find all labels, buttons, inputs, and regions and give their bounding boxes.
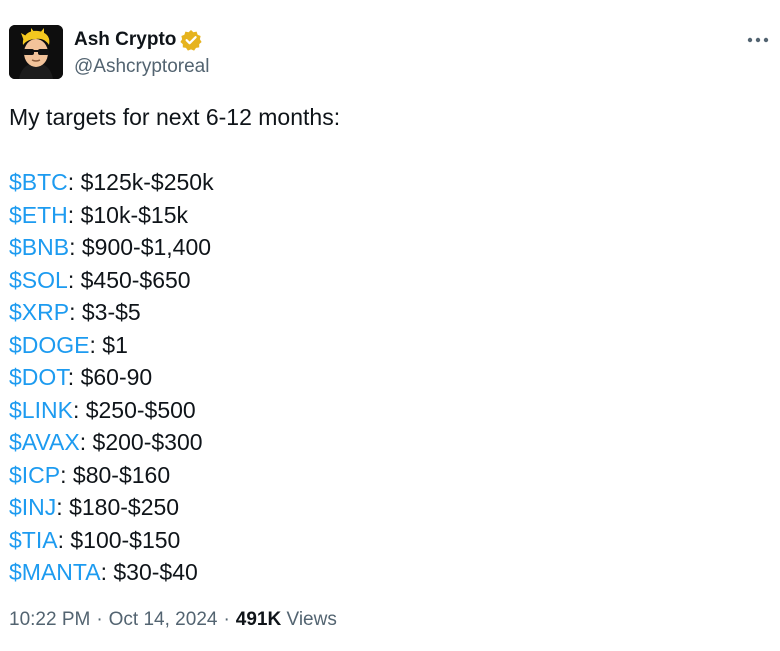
- views-label: Views: [286, 609, 337, 630]
- tweet-meta: 10:22 PM · Oct 14, 2024 · 491K Views: [9, 607, 337, 633]
- post-time[interactable]: 10:22 PM: [9, 609, 90, 630]
- target-line: $BTC: $125k-$250k: [9, 166, 770, 199]
- author-name-row: Ash Crypto: [74, 28, 203, 52]
- target-line: $SOL: $450-$650: [9, 264, 770, 297]
- ellipsis-icon[interactable]: [744, 26, 772, 54]
- target-line: $XRP: $3-$5: [9, 296, 770, 329]
- target-range: : $900-$1,400: [69, 234, 212, 260]
- post-date[interactable]: Oct 14, 2024: [109, 609, 218, 630]
- cashtag-link[interactable]: $BTC: [9, 169, 68, 195]
- author-avatar[interactable]: [9, 25, 63, 79]
- author-handle[interactable]: @Ashcryptoreal: [74, 55, 209, 79]
- target-range: : $200-$300: [79, 429, 203, 455]
- target-line: $BNB: $900-$1,400: [9, 231, 770, 264]
- target-range: : $60-90: [67, 364, 153, 390]
- target-line: $ICP: $80-$160: [9, 459, 770, 492]
- views-count: 491K: [235, 609, 282, 630]
- target-range: : $3-$5: [69, 299, 141, 325]
- target-range: : $100-$150: [57, 526, 181, 553]
- cashtag-link[interactable]: $ETH: [9, 202, 68, 228]
- gold-verified-badge-icon[interactable]: [180, 29, 203, 51]
- cashtag-link[interactable]: $LINK: [9, 397, 73, 423]
- target-range: : $125k-$250k: [67, 169, 214, 195]
- target-range: : $250-$500: [72, 396, 196, 423]
- target-line: $ETH: $10k-$15k: [9, 199, 770, 232]
- meta-separator: ·: [223, 609, 230, 630]
- target-range: : $450-$650: [67, 266, 191, 293]
- cashtag-link[interactable]: $BNB: [9, 234, 69, 260]
- cashtag-link[interactable]: $DOGE: [9, 332, 90, 358]
- cashtag-link[interactable]: $ICP: [9, 462, 60, 488]
- target-range: : $180-$250: [56, 494, 180, 520]
- meta-separator: ·: [96, 609, 103, 630]
- target-range: : $10k-$15k: [67, 201, 188, 228]
- target-list: $BTC: $125k-$250k $ETH: $10k-$15k $BNB: $9…: [9, 166, 770, 589]
- cashtag-link[interactable]: $TIA: [9, 527, 58, 553]
- cashtag-link[interactable]: $MANTA: [9, 559, 101, 585]
- target-line: $MANTA: $30-$40: [9, 556, 770, 589]
- target-range: : $1: [89, 331, 128, 358]
- target-line: $INJ: $180-$250: [9, 491, 770, 524]
- tweet: Ash Crypto @Ashcryptoreal My targets for…: [0, 0, 780, 651]
- target-range: : $30-$40: [100, 559, 198, 585]
- target-line: $LINK: $250-$500: [9, 394, 770, 427]
- cashtag-link[interactable]: $INJ: [9, 494, 56, 520]
- cashtag-link[interactable]: $XRP: [9, 299, 69, 325]
- target-line: $DOGE: $1: [9, 329, 770, 362]
- cashtag-link[interactable]: $SOL: [9, 267, 68, 293]
- author-display-name[interactable]: Ash Crypto: [74, 28, 176, 52]
- tweet-intro: My targets for next 6-12 months:: [9, 104, 341, 130]
- cashtag-link[interactable]: $DOT: [9, 364, 68, 390]
- target-range: : $80-$160: [60, 461, 171, 488]
- target-line: $AVAX: $200-$300: [9, 426, 770, 459]
- target-line: $DOT: $60-90: [9, 361, 770, 394]
- target-line: $TIA: $100-$150: [9, 524, 770, 557]
- avatar-image: [9, 25, 63, 79]
- cashtag-link[interactable]: $AVAX: [9, 429, 80, 455]
- tweet-text: My targets for next 6-12 months: $BTC: $…: [9, 101, 770, 589]
